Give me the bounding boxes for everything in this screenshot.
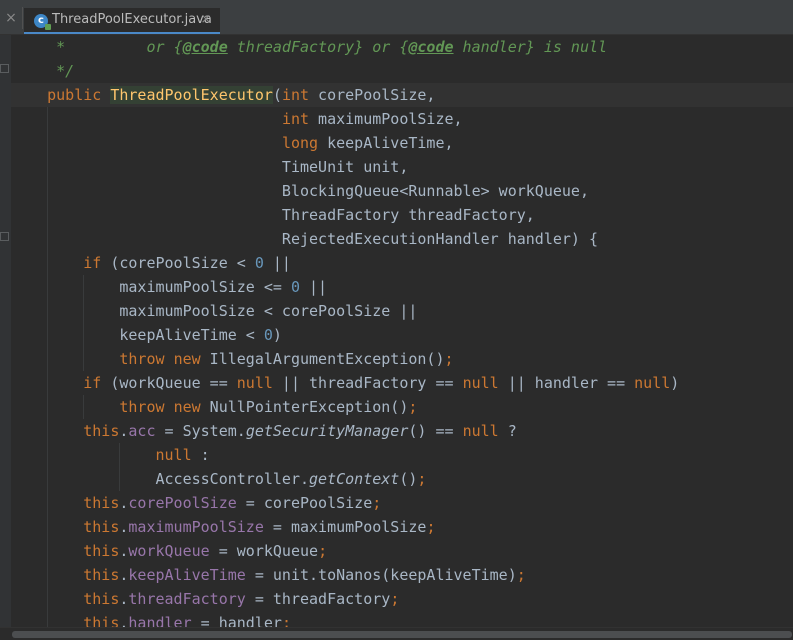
close-icon[interactable]: × <box>2 9 20 27</box>
code-line: this.threadFactory = threadFactory; <box>83 590 400 608</box>
code-line: throw new IllegalArgumentException(); <box>119 350 454 368</box>
code-line-current: public ThreadPoolExecutor(int corePoolSi… <box>11 83 793 107</box>
code-line: this.maximumPoolSize = maximumPoolSize; <box>83 518 436 536</box>
java-class-icon: c <box>34 14 51 30</box>
code-line: BlockingQueue<Runnable> workQueue, <box>11 182 589 200</box>
fold-marker-icon[interactable] <box>0 232 9 241</box>
code-line: if (workQueue == null || threadFactory =… <box>83 374 680 392</box>
code-line: TimeUnit unit, <box>11 158 409 176</box>
tab-label: ThreadPoolExecutor.java <box>52 12 212 27</box>
code-line: */ <box>11 62 75 80</box>
code-line: AccessController.getContext(); <box>155 470 427 488</box>
tab-separator <box>22 7 23 29</box>
code-line: throw new NullPointerException(); <box>119 398 418 416</box>
editor-gutter <box>0 35 11 627</box>
code-line: null : <box>155 446 210 464</box>
scrollbar-thumb[interactable] <box>12 631 792 638</box>
code-line: keepAliveTime < 0) <box>11 326 282 344</box>
code-line: this.workQueue = workQueue; <box>83 542 328 560</box>
horizontal-scrollbar[interactable] <box>0 627 793 640</box>
code-line: if (corePoolSize < 0 || <box>83 254 291 272</box>
code-line: * or {@code threadFactory} or {@code han… <box>11 38 608 56</box>
code-line: int maximumPoolSize, <box>281 110 463 128</box>
code-line: this.acc = System.getSecurityManager() =… <box>83 422 517 440</box>
code-line: RejectedExecutionHandler handler) { <box>11 230 598 248</box>
code-line: this.keepAliveTime = unit.toNanos(keepAl… <box>83 566 526 584</box>
editor-tab-bar: × c ThreadPoolExecutor.java × <box>0 0 793 35</box>
fold-marker-icon[interactable] <box>0 64 9 73</box>
code-line: this.handler = handler; <box>83 614 291 627</box>
code-line: maximumPoolSize <= 0 || <box>11 278 328 296</box>
code-line: long keepAliveTime, <box>281 134 454 152</box>
constructor-name: ThreadPoolExecutor <box>110 86 273 104</box>
tab-threadpoolexecutor[interactable]: c ThreadPoolExecutor.java × <box>24 8 220 34</box>
code-line: maximumPoolSize < corePoolSize || <box>11 302 418 320</box>
code-line: this.corePoolSize = corePoolSize; <box>83 494 382 512</box>
tab-close-icon[interactable]: × <box>198 11 214 29</box>
code-line: ThreadFactory threadFactory, <box>11 206 535 224</box>
code-editor[interactable]: * or {@code threadFactory} or {@code han… <box>11 35 793 627</box>
